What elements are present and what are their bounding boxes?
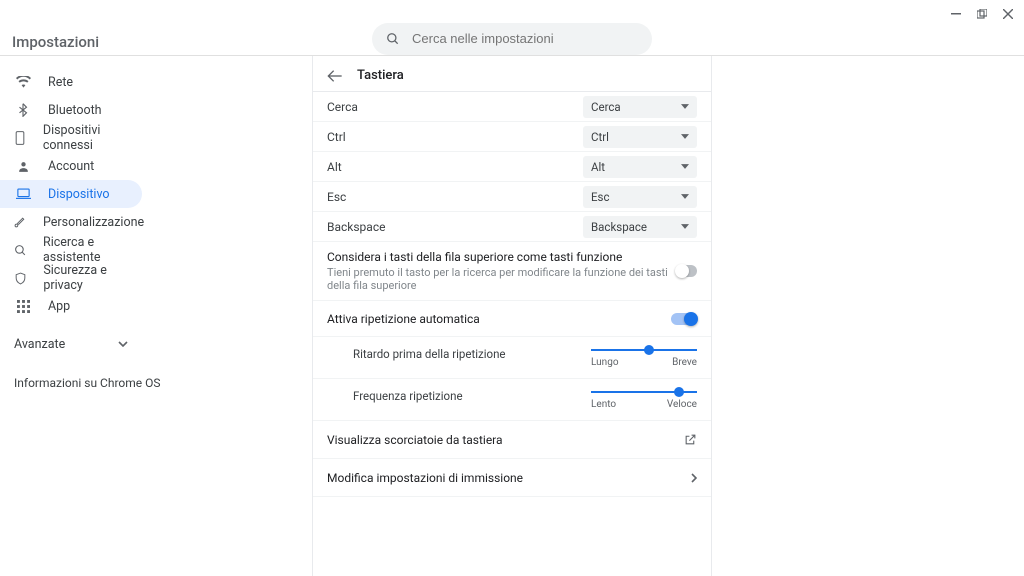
app-header: Impostazioni — [0, 28, 1024, 56]
app-title: Impostazioni — [12, 33, 372, 51]
search-box[interactable] — [372, 23, 652, 55]
chevron-down-icon — [681, 104, 689, 109]
search-icon — [386, 32, 400, 46]
key-remap-select-ctrl[interactable]: Ctrl — [583, 126, 697, 148]
auto-repeat-setting: Attiva ripetizione automatica — [313, 301, 711, 337]
key-remap-row-ctrl: Ctrl Ctrl — [313, 122, 711, 152]
slider-min-label: Lungo — [591, 357, 619, 368]
key-remap-select-esc[interactable]: Esc — [583, 186, 697, 208]
sidebar-item-bluetooth[interactable]: Bluetooth — [0, 96, 142, 124]
sidebar-item-label: Account — [48, 159, 94, 174]
input-settings-link[interactable]: Modifica impostazioni di immissione — [313, 459, 711, 497]
slider-max-label: Breve — [672, 357, 697, 368]
sidebar-item-search-assistant[interactable]: Ricerca e assistente — [0, 236, 142, 264]
sidebar-item-device[interactable]: Dispositivo — [0, 180, 142, 208]
back-button[interactable] — [327, 69, 343, 83]
search-input[interactable] — [412, 31, 638, 46]
delay-slider[interactable]: Lungo Breve — [591, 345, 697, 368]
key-remap-row-backspace: Backspace Backspace — [313, 212, 711, 242]
advanced-label: Avanzate — [14, 337, 65, 352]
window-close-icon[interactable] — [1002, 8, 1014, 20]
rate-slider-row: Frequenza ripetizione Lento Veloce — [313, 379, 711, 421]
window-minimize-icon[interactable] — [950, 8, 962, 20]
person-icon — [14, 160, 32, 173]
top-row-fn-setting: Considera i tasti della fila superiore c… — [313, 242, 711, 301]
sidebar-item-label: Rete — [48, 75, 73, 90]
chevron-down-icon — [681, 224, 689, 229]
sidebar: Rete Bluetooth Dispositivi connessi Acco… — [0, 56, 240, 576]
select-value: Ctrl — [591, 130, 609, 144]
sidebar-item-label: Personalizzazione — [43, 215, 144, 230]
sidebar-item-label: App — [48, 299, 70, 314]
window-maximize-icon[interactable] — [976, 8, 988, 20]
chevron-down-icon — [681, 164, 689, 169]
sidebar-item-label: Bluetooth — [48, 103, 102, 118]
view-shortcuts-link[interactable]: Visualizza scorciatoie da tastiera — [313, 421, 711, 459]
key-remap-select-backspace[interactable]: Backspace — [583, 216, 697, 238]
shield-icon — [14, 272, 27, 285]
link-label: Modifica impostazioni di immissione — [327, 471, 523, 485]
sidebar-item-label: Sicurezza e privacy — [43, 263, 122, 293]
slider-min-label: Lento — [591, 399, 616, 410]
select-value: Cerca — [591, 100, 621, 114]
sidebar-item-label: Dispositivo — [48, 187, 110, 202]
phone-icon — [14, 131, 27, 145]
chevron-down-icon — [681, 194, 689, 199]
sidebar-item-connected-devices[interactable]: Dispositivi connessi — [0, 124, 142, 152]
apps-icon — [14, 300, 32, 313]
laptop-icon — [14, 188, 32, 200]
select-value: Alt — [591, 160, 605, 174]
key-remap-select-alt[interactable]: Alt — [583, 156, 697, 178]
link-label: Visualizza scorciatoie da tastiera — [327, 433, 503, 447]
setting-title: Considera i tasti della fila superiore c… — [327, 250, 676, 264]
delay-slider-row: Ritardo prima della ripetizione Lungo Br… — [313, 337, 711, 379]
settings-page: Tastiera Cerca Cerca Ctrl Ctrl — [312, 56, 712, 576]
sidebar-item-privacy[interactable]: Sicurezza e privacy — [0, 264, 142, 292]
slider-label: Frequenza ripetizione — [353, 387, 463, 403]
rate-slider[interactable]: Lento Veloce — [591, 387, 697, 410]
top-row-fn-toggle[interactable] — [676, 265, 697, 277]
sidebar-item-account[interactable]: Account — [0, 152, 142, 180]
sidebar-item-personalization[interactable]: Personalizzazione — [0, 208, 142, 236]
sidebar-item-network[interactable]: Rete — [0, 68, 142, 96]
setting-subtitle: Tieni premuto il tasto per la ricerca pe… — [327, 266, 676, 292]
brush-icon — [14, 216, 27, 229]
sidebar-item-label: Ricerca e assistente — [43, 235, 122, 265]
search-icon — [14, 244, 27, 257]
slider-max-label: Veloce — [667, 399, 697, 410]
select-value: Backspace — [591, 220, 647, 234]
bluetooth-icon — [14, 103, 32, 117]
key-label: Esc — [327, 190, 346, 204]
key-remap-row-esc: Esc Esc — [313, 182, 711, 212]
chevron-down-icon — [118, 341, 128, 347]
external-link-icon — [684, 433, 697, 446]
key-label: Alt — [327, 160, 342, 174]
auto-repeat-toggle[interactable] — [671, 313, 697, 325]
key-label: Cerca — [327, 100, 358, 114]
chevron-down-icon — [681, 134, 689, 139]
sidebar-item-label: Dispositivi connessi — [43, 123, 122, 153]
select-value: Esc — [591, 190, 610, 204]
chevron-right-icon — [691, 473, 697, 483]
setting-title: Attiva ripetizione automatica — [327, 312, 480, 326]
slider-label: Ritardo prima della ripetizione — [353, 345, 506, 361]
wifi-icon — [14, 76, 32, 88]
key-label: Backspace — [327, 220, 385, 234]
sidebar-advanced-toggle[interactable]: Avanzate — [0, 330, 142, 358]
key-remap-row-search: Cerca Cerca — [313, 92, 711, 122]
key-label: Ctrl — [327, 130, 346, 144]
sidebar-item-apps[interactable]: App — [0, 292, 142, 320]
key-remap-row-alt: Alt Alt — [313, 152, 711, 182]
key-remap-select-search[interactable]: Cerca — [583, 96, 697, 118]
about-chromeos-link[interactable]: Informazioni su Chrome OS — [0, 376, 240, 390]
page-title: Tastiera — [357, 68, 404, 83]
